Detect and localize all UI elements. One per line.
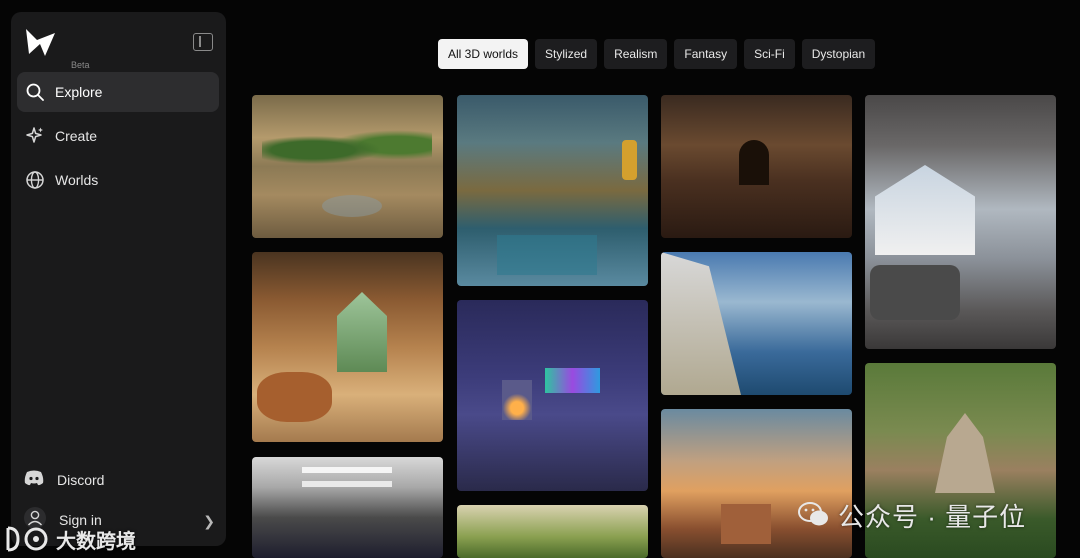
filter-all-3d-worlds[interactable]: All 3D worlds — [438, 39, 529, 69]
nav-item-explore[interactable]: Explore — [17, 72, 219, 112]
world-card-spaceship-corridor[interactable] — [252, 457, 443, 558]
brand-logo-icon — [6, 526, 48, 552]
world-card-mountain-view-loft[interactable] — [865, 95, 1056, 349]
chevron-right-icon: ❯ — [203, 513, 215, 529]
watermark-left-text: 大数跨境 — [56, 530, 136, 553]
filter-bar: All 3D worlds Stylized Realism Fantasy S… — [438, 39, 876, 69]
filter-dystopian[interactable]: Dystopian — [801, 39, 876, 69]
discord-link[interactable]: Discord — [23, 465, 219, 495]
nav-item-label: Explore — [55, 84, 103, 100]
world-card-green-landscape[interactable] — [457, 505, 648, 558]
world-card-tuscan-sunset-villa[interactable] — [661, 409, 852, 558]
discord-label: Discord — [57, 472, 105, 488]
beta-badge: Beta — [71, 60, 90, 70]
sidebar-toggle-icon[interactable] — [193, 33, 213, 51]
nav-item-worlds[interactable]: Worlds — [17, 160, 219, 200]
wechat-icon — [798, 502, 828, 526]
world-card-aurora-igloo-lounge[interactable] — [457, 300, 648, 491]
filter-sci-fi[interactable]: Sci-Fi — [744, 39, 795, 69]
world-card-ornate-cathedral-hall[interactable] — [457, 95, 648, 286]
search-icon — [25, 82, 45, 102]
sparkle-icon — [25, 126, 45, 146]
filter-realism[interactable]: Realism — [604, 39, 668, 69]
discord-icon — [23, 470, 45, 491]
filter-stylized[interactable]: Stylized — [535, 39, 598, 69]
globe-icon — [25, 170, 45, 190]
logo-mark-icon — [26, 29, 55, 56]
nav-item-create[interactable]: Create — [17, 116, 219, 156]
world-card-seaside-village-street[interactable] — [661, 252, 852, 395]
nav-item-label: Worlds — [55, 172, 99, 188]
filter-fantasy[interactable]: Fantasy — [674, 39, 738, 69]
logo[interactable]: Beta — [25, 28, 95, 70]
sidebar: Beta Explore Create Worlds Discord Sign … — [11, 12, 226, 546]
watermark-qbitai: 公众号 · 量子位 — [798, 498, 1026, 532]
world-card-greenhouse-atrium[interactable] — [252, 95, 443, 238]
watermark-right-text: 公众号 · 量子位 — [838, 501, 1027, 532]
app-root: Beta Explore Create Worlds Discord Sign … — [0, 0, 1080, 558]
watermark-dashu: 大数跨境 — [4, 522, 136, 556]
world-card-wooden-cabin-bath[interactable] — [252, 252, 443, 442]
world-card-stone-dungeon-corridor[interactable] — [661, 95, 852, 238]
nav-item-label: Create — [55, 128, 98, 144]
